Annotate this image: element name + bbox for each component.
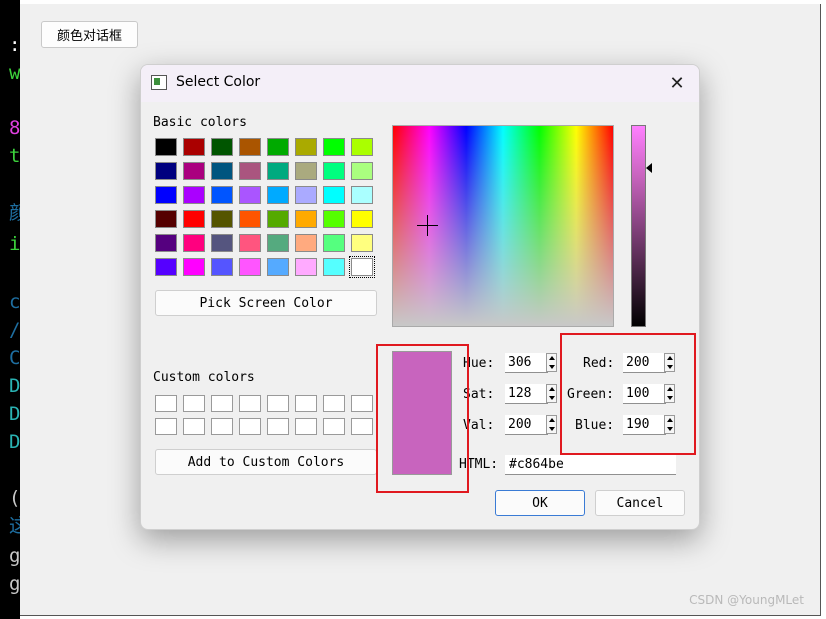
- basic-color-swatch[interactable]: [155, 210, 177, 228]
- custom-color-swatch[interactable]: [239, 395, 261, 412]
- basic-color-swatch[interactable]: [183, 186, 205, 204]
- basic-color-swatch[interactable]: [211, 162, 233, 180]
- basic-color-swatch[interactable]: [323, 258, 345, 276]
- basic-color-swatch[interactable]: [211, 258, 233, 276]
- basic-color-swatch[interactable]: [323, 210, 345, 228]
- html-field[interactable]: #c864be: [505, 455, 676, 475]
- basic-color-swatch[interactable]: [351, 234, 373, 252]
- basic-color-swatch[interactable]: [267, 138, 289, 156]
- crosshair-cursor: [417, 215, 438, 236]
- basic-color-swatch[interactable]: [351, 138, 373, 156]
- basic-color-swatch[interactable]: [295, 162, 317, 180]
- basic-color-swatch[interactable]: [295, 234, 317, 252]
- custom-colors-label: Custom colors: [153, 370, 255, 385]
- basic-color-swatch[interactable]: [351, 162, 373, 180]
- hue-field[interactable]: 306: [505, 353, 548, 373]
- basic-color-swatch[interactable]: [267, 258, 289, 276]
- custom-color-swatch[interactable]: [295, 395, 317, 412]
- basic-color-swatch[interactable]: [239, 234, 261, 252]
- custom-color-swatch[interactable]: [323, 395, 345, 412]
- basic-color-swatch[interactable]: [323, 138, 345, 156]
- custom-color-swatch[interactable]: [183, 418, 205, 435]
- custom-color-swatch[interactable]: [155, 395, 177, 412]
- custom-color-swatch[interactable]: [323, 418, 345, 435]
- close-icon: ✕: [669, 73, 685, 94]
- custom-color-swatch[interactable]: [211, 418, 233, 435]
- custom-color-swatch[interactable]: [183, 395, 205, 412]
- basic-color-swatch[interactable]: [239, 210, 261, 228]
- basic-color-swatch[interactable]: [239, 258, 261, 276]
- basic-color-swatch[interactable]: [183, 138, 205, 156]
- custom-color-swatch[interactable]: [351, 418, 373, 435]
- basic-color-swatch[interactable]: [183, 258, 205, 276]
- value-slider[interactable]: [631, 125, 646, 327]
- ok-button[interactable]: OK: [495, 490, 585, 516]
- basic-color-swatch[interactable]: [239, 162, 261, 180]
- pick-screen-color-button[interactable]: Pick Screen Color: [155, 290, 377, 316]
- hue-spinner[interactable]: [546, 353, 557, 372]
- basic-color-swatch[interactable]: [267, 234, 289, 252]
- basic-color-swatch[interactable]: [239, 186, 261, 204]
- custom-color-swatch[interactable]: [267, 418, 289, 435]
- basic-color-swatch[interactable]: [211, 138, 233, 156]
- open-color-dialog-button[interactable]: 颜色对话框: [41, 21, 138, 48]
- basic-color-swatch[interactable]: [239, 138, 261, 156]
- basic-color-swatch[interactable]: [295, 258, 317, 276]
- basic-colors-label: Basic colors: [153, 115, 247, 130]
- basic-color-swatch[interactable]: [295, 210, 317, 228]
- close-button[interactable]: ✕: [655, 65, 699, 102]
- basic-color-swatch[interactable]: [155, 162, 177, 180]
- val-field[interactable]: 200: [505, 415, 548, 435]
- color-spectrum[interactable]: [392, 125, 614, 327]
- basic-color-swatch[interactable]: [295, 186, 317, 204]
- val-spinner[interactable]: [546, 415, 557, 434]
- basic-color-swatch[interactable]: [211, 210, 233, 228]
- basic-color-swatch[interactable]: [155, 186, 177, 204]
- app-icon: [151, 75, 167, 90]
- custom-colors-grid: [155, 395, 373, 435]
- basic-colors-grid: [155, 138, 375, 278]
- terminal-background: : w 8 t 颜 i c / C D D D(这 g g: [0, 0, 21, 619]
- annotation-box-rgb: [560, 333, 696, 455]
- custom-color-swatch[interactable]: [211, 395, 233, 412]
- basic-color-swatch[interactable]: [267, 186, 289, 204]
- basic-color-swatch[interactable]: [211, 234, 233, 252]
- custom-color-swatch[interactable]: [239, 418, 261, 435]
- basic-color-swatch[interactable]: [351, 210, 373, 228]
- basic-color-swatch[interactable]: [323, 234, 345, 252]
- basic-color-swatch[interactable]: [295, 138, 317, 156]
- add-to-custom-colors-button[interactable]: Add to Custom Colors: [155, 449, 377, 475]
- dialog-title: Select Color: [176, 74, 261, 90]
- annotation-box-preview: [376, 344, 469, 493]
- basic-color-swatch[interactable]: [155, 234, 177, 252]
- basic-color-swatch[interactable]: [351, 186, 373, 204]
- basic-color-swatch[interactable]: [267, 210, 289, 228]
- basic-color-swatch[interactable]: [155, 258, 177, 276]
- basic-color-swatch[interactable]: [183, 210, 205, 228]
- custom-color-swatch[interactable]: [351, 395, 373, 412]
- cancel-button[interactable]: Cancel: [595, 490, 685, 516]
- watermark: CSDN @YoungMLet: [689, 593, 804, 607]
- sat-spinner[interactable]: [546, 384, 557, 403]
- basic-color-swatch[interactable]: [183, 234, 205, 252]
- basic-color-swatch[interactable]: [183, 162, 205, 180]
- basic-color-swatch[interactable]: [349, 256, 375, 278]
- title-bar[interactable]: Select Color ✕: [141, 65, 699, 102]
- basic-color-swatch[interactable]: [267, 162, 289, 180]
- basic-color-swatch[interactable]: [323, 162, 345, 180]
- custom-color-swatch[interactable]: [295, 418, 317, 435]
- basic-color-swatch[interactable]: [155, 138, 177, 156]
- basic-color-swatch[interactable]: [323, 186, 345, 204]
- sat-field[interactable]: 128: [505, 384, 548, 404]
- custom-color-swatch[interactable]: [155, 418, 177, 435]
- slider-arrow-icon[interactable]: [646, 163, 652, 173]
- basic-color-swatch[interactable]: [211, 186, 233, 204]
- custom-color-swatch[interactable]: [267, 395, 289, 412]
